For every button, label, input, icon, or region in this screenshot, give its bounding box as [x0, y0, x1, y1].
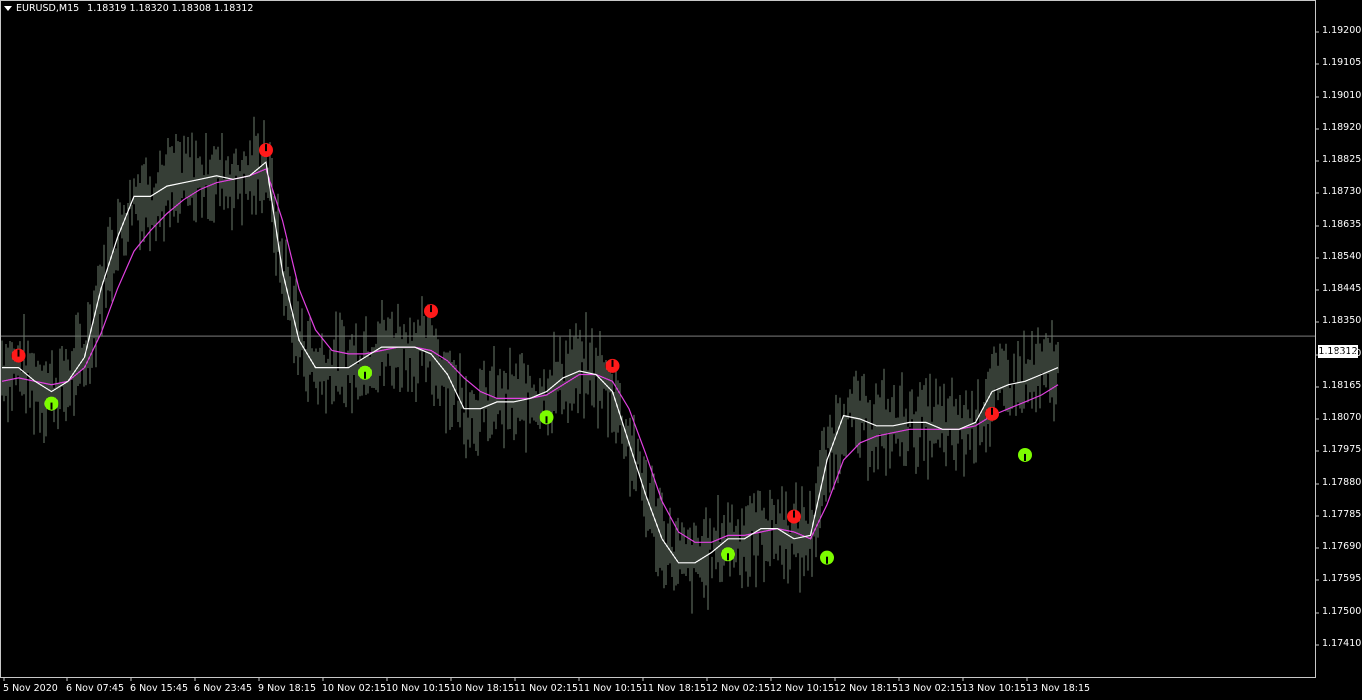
price-tick-label: 1.18635 — [1322, 219, 1362, 230]
price-tick-label: 1.17975 — [1322, 444, 1362, 455]
sell-arrow-icon — [605, 358, 620, 373]
time-tick-label: 10 Nov 18:15 — [450, 683, 515, 694]
time-tick-label: 10 Nov 10:15 — [386, 683, 451, 694]
quote-label: 1.18319 1.18320 1.18308 1.18312 — [87, 3, 254, 14]
price-tick-label: 1.18825 — [1322, 154, 1362, 165]
sell-arrow-icon — [11, 348, 26, 363]
price-tick-label: 1.17410 — [1322, 638, 1362, 649]
buy-arrow-icon — [539, 410, 554, 425]
price-bars — [1, 116, 1059, 614]
price-tick-label: 1.18730 — [1322, 186, 1362, 197]
time-tick-label: 6 Nov 15:45 — [130, 683, 189, 694]
time-tick-label: 12 Nov 02:15 — [706, 683, 771, 694]
price-tick-label: 1.18920 — [1322, 122, 1362, 133]
time-tick-label: 11 Nov 02:15 — [514, 683, 579, 694]
price-tick-label: 1.18540 — [1322, 251, 1362, 262]
sell-arrow-icon — [424, 304, 438, 319]
buy-arrow-icon — [721, 547, 735, 562]
time-tick-label: 11 Nov 18:15 — [642, 683, 707, 694]
sell-arrow-icon — [787, 509, 801, 524]
time-tick-label: 11 Nov 10:15 — [578, 683, 643, 694]
time-tick-label: 6 Nov 23:45 — [194, 683, 253, 694]
chart-window[interactable]: EURUSD,M15 1.18319 1.18320 1.18308 1.183… — [0, 0, 1362, 700]
buy-arrow-icon — [358, 365, 372, 380]
price-tick-label: 1.18260 — [1322, 348, 1362, 359]
time-tick-label: 13 Nov 18:15 — [1026, 683, 1091, 694]
time-tick-label: 12 Nov 10:15 — [770, 683, 835, 694]
price-tick-label: 1.18070 — [1322, 412, 1362, 423]
time-tick-label: 13 Nov 02:15 — [898, 683, 963, 694]
price-tick-label: 1.19105 — [1322, 57, 1362, 68]
time-tick-label: 6 Nov 07:45 — [66, 683, 125, 694]
symbol-label: EURUSD,M15 — [16, 3, 80, 14]
price-chart[interactable] — [0, 0, 1362, 700]
price-tick-label: 1.17690 — [1322, 541, 1362, 552]
price-tick-label: 1.17880 — [1322, 477, 1362, 488]
price-tick-label: 1.18445 — [1322, 283, 1362, 294]
price-tick-label: 1.19200 — [1322, 25, 1362, 36]
price-tick-label: 1.17595 — [1322, 573, 1362, 584]
price-tick-label: 1.18350 — [1322, 315, 1362, 326]
sell-arrow-icon — [259, 143, 273, 158]
price-tick-label: 1.17785 — [1322, 509, 1362, 520]
symbol-header[interactable]: EURUSD,M15 1.18319 1.18320 1.18308 1.183… — [4, 3, 253, 14]
price-tick-label: 1.19010 — [1322, 90, 1362, 101]
buy-arrow-icon — [44, 396, 59, 411]
dropdown-triangle-icon[interactable] — [4, 6, 12, 11]
price-tick-label: 1.17500 — [1322, 606, 1362, 617]
buy-arrow-icon — [820, 550, 834, 565]
buy-arrow-icon — [1018, 447, 1032, 462]
time-tick-label: 12 Nov 18:15 — [834, 683, 899, 694]
time-tick-label: 5 Nov 2020 — [3, 683, 58, 694]
time-tick-label: 10 Nov 02:15 — [322, 683, 387, 694]
time-tick-label: 13 Nov 10:15 — [962, 683, 1027, 694]
time-tick-label: 9 Nov 18:15 — [258, 683, 317, 694]
price-tick-label: 1.18165 — [1322, 380, 1362, 391]
sell-arrow-icon — [985, 406, 999, 421]
